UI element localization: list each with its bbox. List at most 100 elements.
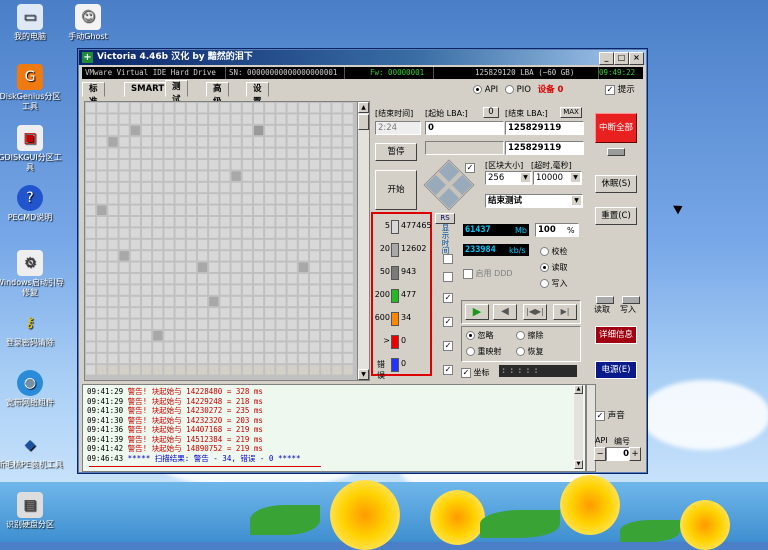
verify-radio[interactable] (540, 247, 549, 256)
arrow-down-icon[interactable] (438, 188, 460, 209)
victoria-window: + Victoria 4.46b 汉化 by 黯然的泪下 _ □ × VMwar… (78, 49, 647, 473)
current-end-lba-field[interactable]: 125829119 (505, 141, 584, 155)
block-cell (186, 331, 196, 341)
coord-checkbox[interactable]: ✓ (461, 367, 471, 378)
hint-toggle[interactable]: ✓ 提示 (605, 83, 635, 95)
tab-standard[interactable]: 标准 (82, 82, 105, 107)
ddd-option[interactable]: 启用 DDD (463, 268, 513, 279)
block-cell (332, 182, 342, 193)
scroll-thumb[interactable] (358, 114, 369, 130)
coord-option[interactable]: ✓ 坐标 (461, 367, 490, 378)
end-lba-max-button[interactable]: MAX (560, 107, 582, 118)
legend-checkbox-error[interactable]: ✓ (443, 365, 453, 375)
write-radio[interactable] (540, 279, 549, 288)
restore-radio[interactable] (516, 347, 525, 356)
scroll-down-button[interactable]: ▼ (574, 460, 583, 469)
block-cell (119, 262, 129, 272)
scroll-up-button[interactable]: ▲ (574, 385, 583, 394)
ddd-checkbox[interactable] (463, 268, 473, 279)
api-radio[interactable] (473, 85, 482, 94)
start-button[interactable]: 开始 (375, 170, 417, 210)
legend-checkbox-over[interactable]: ✓ (443, 341, 453, 351)
interrupt-all-button[interactable]: 中断全部 (595, 113, 637, 143)
power-button[interactable]: 电源(E) (595, 361, 637, 379)
increment-button[interactable]: + (629, 447, 641, 461)
scroll-up-button[interactable]: ▲ (358, 102, 369, 113)
decrement-button[interactable]: − (594, 447, 606, 461)
close-button[interactable]: × (629, 52, 644, 65)
restore-option[interactable]: 恢复 (516, 346, 544, 357)
erase-radio[interactable] (516, 331, 525, 340)
ignore-option[interactable]: 忽略 (466, 330, 494, 341)
sound-checkbox[interactable]: ✓ (595, 410, 605, 421)
sound-option[interactable]: ✓ 声音 (595, 409, 625, 421)
block-size-select[interactable]: 256 ▼ (485, 171, 532, 185)
desktop-icon-ghost[interactable]: ☺ 手动Ghost (54, 4, 122, 42)
direction-checkbox[interactable]: ✓ (465, 163, 475, 173)
maximize-button[interactable]: □ (614, 52, 629, 65)
block-map (84, 101, 358, 381)
title-bar[interactable]: + Victoria 4.46b 汉化 by 黯然的泪下 _ □ × (79, 50, 646, 65)
block-cell (276, 103, 286, 113)
block-cell (332, 194, 342, 204)
end-lba-field[interactable]: 125829119 (505, 121, 584, 135)
read-option[interactable]: 读取 (540, 262, 568, 273)
block-cell (198, 103, 208, 113)
read-radio[interactable] (540, 263, 549, 272)
back-icon[interactable]: ◀ (493, 304, 517, 320)
block-cell (298, 319, 308, 329)
erase-option[interactable]: 擦除 (516, 330, 544, 341)
legend-checkbox-200[interactable]: ✓ (443, 293, 453, 303)
tab-test[interactable]: 测试 (165, 80, 188, 105)
desktop-icon-pecmd[interactable]: ? PECMD说明 (0, 185, 64, 223)
end-action-select[interactable]: 结束测试 ▼ (485, 194, 583, 208)
skip-back-icon[interactable]: |◀▶| (523, 304, 547, 320)
desktop-icon-password[interactable]: ⚷ 登录密码清除 (0, 310, 64, 348)
skip-end-icon[interactable]: ▶| (553, 304, 577, 320)
play-icon[interactable]: ▶ (465, 304, 489, 320)
hint-checkbox[interactable]: ✓ (605, 84, 615, 95)
start-lba-field[interactable]: 0 (425, 121, 504, 135)
scroll-down-button[interactable]: ▼ (358, 369, 369, 380)
sound-label: 声音 (607, 411, 625, 421)
arrow-left-icon[interactable] (425, 174, 446, 196)
reset-button[interactable]: 重置(C) (595, 207, 637, 225)
remap-option[interactable]: 重映射 (466, 346, 502, 357)
rs-button[interactable]: RS (435, 213, 455, 224)
block-cell (276, 160, 286, 170)
desktop-icon-gdisk[interactable]: ▣ GDISKGUI分区工具 (0, 125, 64, 173)
block-cell (142, 331, 152, 341)
block-cell (298, 308, 308, 318)
block-cell (142, 171, 152, 181)
pio-radio[interactable] (504, 85, 514, 94)
arrow-right-icon[interactable] (452, 174, 473, 196)
desktop-icon-installer[interactable]: ◆ 新毛桃PE装机工具 (0, 432, 64, 470)
ignore-radio[interactable] (466, 331, 475, 340)
arrow-up-icon[interactable] (438, 161, 460, 182)
tab-settings[interactable]: 设置 (246, 82, 269, 107)
timeout-select[interactable]: 10000 ▼ (533, 171, 582, 185)
desktop-icon-diskgenius[interactable]: G DiskGenius分区工具 (0, 64, 64, 112)
grid-scrollbar[interactable]: ▲ ▼ (357, 101, 370, 381)
legend-checkbox-600[interactable]: ✓ (443, 317, 453, 327)
write-option[interactable]: 写入 (540, 278, 568, 289)
desktop-icon-boot-repair[interactable]: ⚙ Windows启动引导修复 (0, 250, 64, 298)
block-cell (86, 217, 96, 227)
grid-checkbox[interactable] (443, 254, 453, 264)
block-cell (130, 274, 140, 284)
desktop-icon-network[interactable]: ◍ 宽带网络组件 (0, 370, 64, 408)
remap-radio[interactable] (466, 347, 475, 356)
desktop-icon-disk[interactable]: ▤ 识别硬盘分区 (0, 492, 64, 530)
end-time-field[interactable]: 2:24 (375, 121, 421, 135)
pause-button[interactable]: 暂停 (375, 143, 417, 161)
details-button[interactable]: 详细信息 (595, 326, 637, 344)
minimize-button[interactable]: _ (599, 52, 614, 65)
ddd-checkbox-left[interactable] (443, 272, 453, 282)
block-cell (175, 182, 185, 193)
sleep-button[interactable]: 休眠(S) (595, 175, 637, 193)
log-scrollbar[interactable]: ▲ ▼ (574, 385, 583, 469)
block-cell (231, 342, 241, 352)
verify-option[interactable]: 校检 (540, 246, 568, 257)
tab-advanced[interactable]: 高级 (206, 82, 229, 107)
start-lba-zero-button[interactable]: 0 (483, 107, 499, 118)
